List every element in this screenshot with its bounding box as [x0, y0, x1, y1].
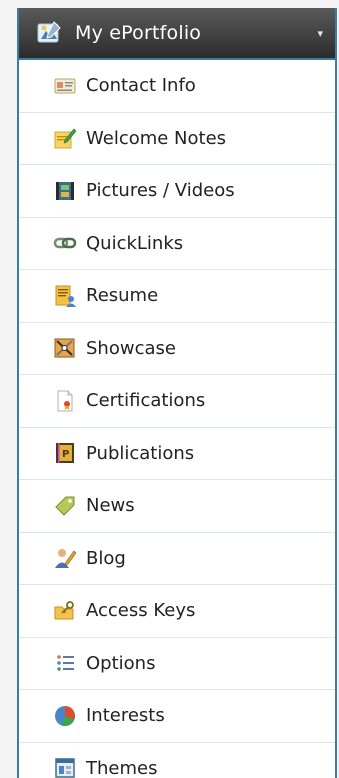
menu-item-label: Access Keys: [86, 600, 195, 621]
svg-text:P: P: [62, 449, 69, 460]
menu-item-label: Blog: [86, 548, 126, 569]
certificate-ribbon-icon: [53, 389, 77, 413]
key-folder-icon: [53, 599, 77, 623]
menu-item-label: Interests: [86, 705, 165, 726]
contact-card-icon: [53, 74, 77, 98]
menu-item-interests[interactable]: Interests: [19, 690, 335, 743]
pie-chart-icon: [53, 704, 77, 728]
blog-writer-icon: [53, 546, 77, 570]
menu-item-contact-info[interactable]: Contact Info: [19, 60, 335, 113]
menu-item-access-keys[interactable]: Access Keys: [19, 585, 335, 638]
resume-document-icon: [53, 284, 77, 308]
chain-link-icon: [53, 231, 77, 255]
menu-item-label: News: [86, 495, 135, 516]
menu-item-label: Certifications: [86, 390, 205, 411]
menu-item-publications[interactable]: P Publications: [19, 428, 335, 481]
menu-item-label: Options: [86, 653, 155, 674]
eportfolio-header[interactable]: My ePortfolio ▾: [19, 8, 335, 60]
chevron-down-icon[interactable]: ▾: [317, 27, 323, 40]
menu-item-label: QuickLinks: [86, 233, 183, 254]
menu-item-blog[interactable]: Blog: [19, 533, 335, 586]
news-tag-icon: [53, 494, 77, 518]
header-title: My ePortfolio: [75, 22, 317, 44]
publication-book-icon: P: [53, 441, 77, 465]
menu-item-resume[interactable]: Resume: [19, 270, 335, 323]
options-list-icon: [53, 651, 77, 675]
menu-item-label: Resume: [86, 285, 158, 306]
menu-item-quicklinks[interactable]: QuickLinks: [19, 218, 335, 271]
menu-item-certifications[interactable]: Certifications: [19, 375, 335, 428]
menu-item-news[interactable]: News: [19, 480, 335, 533]
film-strip-icon: [53, 179, 77, 203]
menu-item-showcase[interactable]: Showcase: [19, 323, 335, 376]
menu-item-label: Showcase: [86, 338, 176, 359]
menu-item-welcome-notes[interactable]: Welcome Notes: [19, 113, 335, 166]
note-pencil-icon: [53, 126, 77, 150]
menu-item-themes[interactable]: Themes: [19, 743, 335, 778]
menu-item-label: Contact Info: [86, 75, 196, 96]
eportfolio-panel: My ePortfolio ▾ Contact Info Welcome Not…: [17, 8, 337, 778]
eportfolio-logo-icon: [35, 19, 63, 47]
showcase-tools-icon: [53, 336, 77, 360]
menu-item-options[interactable]: Options: [19, 638, 335, 691]
menu-item-label: Welcome Notes: [86, 128, 226, 149]
menu-item-label: Pictures / Videos: [86, 180, 235, 201]
menu-item-pictures-videos[interactable]: Pictures / Videos: [19, 165, 335, 218]
menu-item-label: Publications: [86, 443, 194, 464]
